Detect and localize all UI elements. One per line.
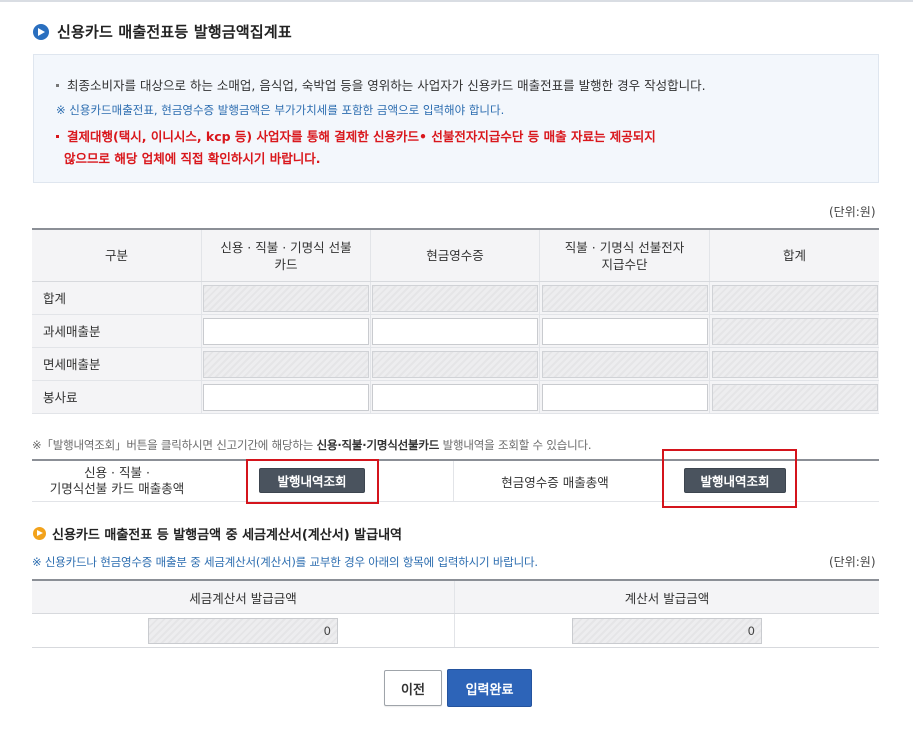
arrow-circle-icon (33, 527, 46, 540)
inquiry-note: ※「발행내역조회」버튼을 클릭하시면 신고기간에 해당하는 신용·직불·기명식선… (32, 438, 592, 452)
table-row: 과세매출분 (32, 315, 879, 348)
prepaid-input[interactable] (541, 317, 708, 345)
credit-card-input (203, 284, 369, 312)
header-total: 합계 (782, 248, 806, 263)
cash-total-label: 현금영수증 매출총액 (501, 474, 609, 490)
prev-button[interactable]: 이전 (384, 670, 442, 706)
total-input (711, 284, 878, 312)
cash-receipt-input (372, 284, 538, 312)
row-label: 봉사료 (32, 381, 202, 413)
prepaid-input (541, 350, 708, 378)
row-label: 면세매출분 (32, 348, 202, 380)
total-input (711, 350, 878, 378)
unit-label: (단위:원) (829, 205, 876, 219)
cash-receipt-input[interactable] (372, 383, 538, 411)
credit-card-input[interactable] (203, 317, 369, 345)
header-category: 구분 (32, 230, 202, 281)
total-input (711, 317, 878, 345)
total-input (711, 383, 878, 411)
unit-label-2: (단위:원) (829, 555, 876, 569)
sales-summary-table: 구분 신용 · 직불 · 기명식 선불카드 현금영수증 직불 · 기명식 선불전… (32, 228, 879, 414)
table-header-row: 구분 신용 · 직불 · 기명식 선불카드 현금영수증 직불 · 기명식 선불전… (32, 230, 879, 282)
prepaid-input[interactable] (541, 383, 708, 411)
invoice-amount: 0 (572, 617, 762, 644)
table2-header-row: 세금계산서 발급금액 계산서 발급금액 (32, 581, 879, 614)
info-warning: 결제대행(택시, 이니시스, kcp 등) 사업자를 통해 결제한 신용카드• … (56, 126, 656, 170)
card-button-highlight (246, 459, 379, 504)
tax-invoice-amount: 0 (148, 617, 338, 644)
top-border (0, 0, 913, 2)
cash-button-highlight (662, 449, 797, 508)
section2-title: 신용카드 매출전표 등 발행금액 중 세금계산서(계산서) 발급내역 (33, 524, 402, 543)
info-line-1: 최종소비자를 대상으로 하는 소매업, 음식업, 숙박업 등을 영위하는 사업자… (56, 75, 706, 94)
credit-card-input[interactable] (203, 383, 369, 411)
header-prepaid: 직불 · 기명식 선불전자지급수단 (540, 230, 710, 281)
table-row: 봉사료 (32, 381, 879, 414)
tax-invoice-table: 세금계산서 발급금액 계산서 발급금액 0 0 (32, 579, 879, 648)
section-title: 신용카드 매출전표등 발행금액집계표 (33, 21, 292, 42)
credit-card-input (203, 350, 369, 378)
table-row: 면세매출분 (32, 348, 879, 381)
table2-row: 0 0 (32, 614, 879, 648)
submit-button[interactable]: 입력완료 (447, 669, 532, 707)
info-line-2: ※ 신용카드매출전표, 현금영수증 발행금액은 부가가치세를 포함한 금액으로 … (56, 103, 505, 117)
row-label: 과세매출분 (32, 315, 202, 347)
card-total-label: 신용 · 직불 · 기명식선불 카드 매출총액 (49, 465, 185, 496)
table-row: 합계 (32, 282, 879, 315)
page-title: 신용카드 매출전표등 발행금액집계표 (57, 23, 292, 41)
cash-receipt-input[interactable] (372, 317, 538, 345)
cash-receipt-input (372, 350, 538, 378)
header-tax-invoice: 세금계산서 발급금액 (32, 581, 455, 613)
info-box: 최종소비자를 대상으로 하는 소매업, 음식업, 숙박업 등을 영위하는 사업자… (33, 54, 879, 183)
header-credit-card: 신용 · 직불 · 기명식 선불카드 (202, 230, 371, 281)
prepaid-input (541, 284, 708, 312)
header-cash-receipt: 현금영수증 (371, 230, 540, 281)
row-label: 합계 (32, 282, 202, 314)
section2-note: ※ 신용카드나 현금영수증 매출분 중 세금계산서(계산서)를 교부한 경우 아… (32, 555, 538, 569)
header-invoice: 계산서 발급금액 (624, 590, 710, 606)
arrow-circle-icon (33, 23, 49, 40)
